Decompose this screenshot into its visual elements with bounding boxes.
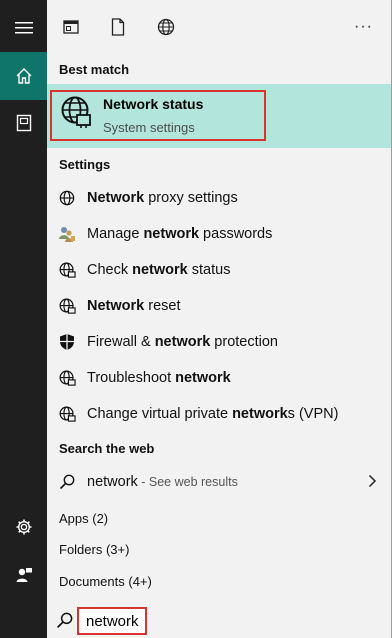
- more-options-button[interactable]: ···: [354, 18, 373, 36]
- network-globe-icon: [59, 406, 76, 422]
- globe-icon: [59, 190, 75, 206]
- apps-filter-button[interactable]: [60, 16, 82, 38]
- users-key-icon: [59, 227, 75, 242]
- best-match-header: Best match: [59, 62, 130, 77]
- web-result-item[interactable]: network - See web results: [47, 464, 391, 500]
- notebook-button[interactable]: [0, 100, 47, 146]
- settings-result-manage-passwords[interactable]: Manage network passwords: [47, 216, 391, 252]
- result-label: Network proxy settings: [87, 190, 238, 206]
- search-results-pane: ··· Best match Network status System set…: [47, 0, 391, 638]
- search-input[interactable]: network: [77, 607, 147, 635]
- result-label: Manage network passwords: [87, 226, 273, 242]
- search-bar: network: [47, 604, 391, 638]
- search-web-header: Search the web: [59, 441, 155, 456]
- menu-button[interactable]: [0, 8, 47, 48]
- result-label: Check network status: [87, 262, 231, 278]
- best-match-item[interactable]: Network status System settings: [47, 84, 391, 148]
- chevron-right-icon[interactable]: [368, 474, 377, 493]
- documents-category[interactable]: Documents (4+): [59, 574, 152, 589]
- globe-icon: [157, 18, 175, 36]
- shield-icon: [60, 334, 74, 350]
- network-globe-icon: [59, 298, 76, 314]
- settings-result-firewall[interactable]: Firewall & network protection: [47, 324, 391, 360]
- gear-icon: [16, 519, 31, 535]
- network-status-globe-icon: [59, 95, 93, 134]
- network-globe-icon: [59, 370, 76, 386]
- search-input-value: network: [86, 612, 139, 630]
- document-icon: [111, 18, 125, 36]
- best-match-subtitle: System settings: [103, 120, 195, 135]
- settings-header: Settings: [59, 157, 111, 172]
- app-window-icon: [63, 20, 79, 34]
- settings-button[interactable]: [0, 506, 47, 548]
- home-button[interactable]: [0, 52, 47, 100]
- folders-category[interactable]: Folders (3+): [59, 542, 129, 557]
- apps-category[interactable]: Apps (2): [59, 511, 108, 526]
- left-rail: [0, 0, 47, 638]
- network-globe-icon: [59, 262, 76, 278]
- home-icon: [16, 68, 31, 84]
- settings-result-vpn[interactable]: Change virtual private networks (VPN): [47, 396, 391, 432]
- filter-bar: ···: [47, 0, 391, 56]
- search-icon: [59, 474, 75, 490]
- result-label: Network reset: [87, 298, 181, 314]
- settings-result-network-reset[interactable]: Network reset: [47, 288, 391, 324]
- feedback-icon: [16, 568, 32, 582]
- best-match-title: Network status: [103, 96, 204, 112]
- settings-result-troubleshoot[interactable]: Troubleshoot network: [47, 360, 391, 396]
- result-label: Troubleshoot network: [87, 370, 231, 386]
- search-icon: [56, 612, 73, 634]
- result-label: Firewall & network protection: [87, 334, 278, 350]
- hamburger-menu-icon: [14, 22, 33, 34]
- notebook-icon: [16, 114, 31, 132]
- web-result-label: network - See web results: [87, 474, 238, 490]
- settings-result-network-proxy[interactable]: Network proxy settings: [47, 180, 391, 216]
- documents-filter-button[interactable]: [107, 16, 129, 38]
- web-filter-button[interactable]: [155, 16, 177, 38]
- feedback-button[interactable]: [0, 554, 47, 596]
- result-label: Change virtual private networks (VPN): [87, 406, 339, 422]
- settings-result-check-status[interactable]: Check network status: [47, 252, 391, 288]
